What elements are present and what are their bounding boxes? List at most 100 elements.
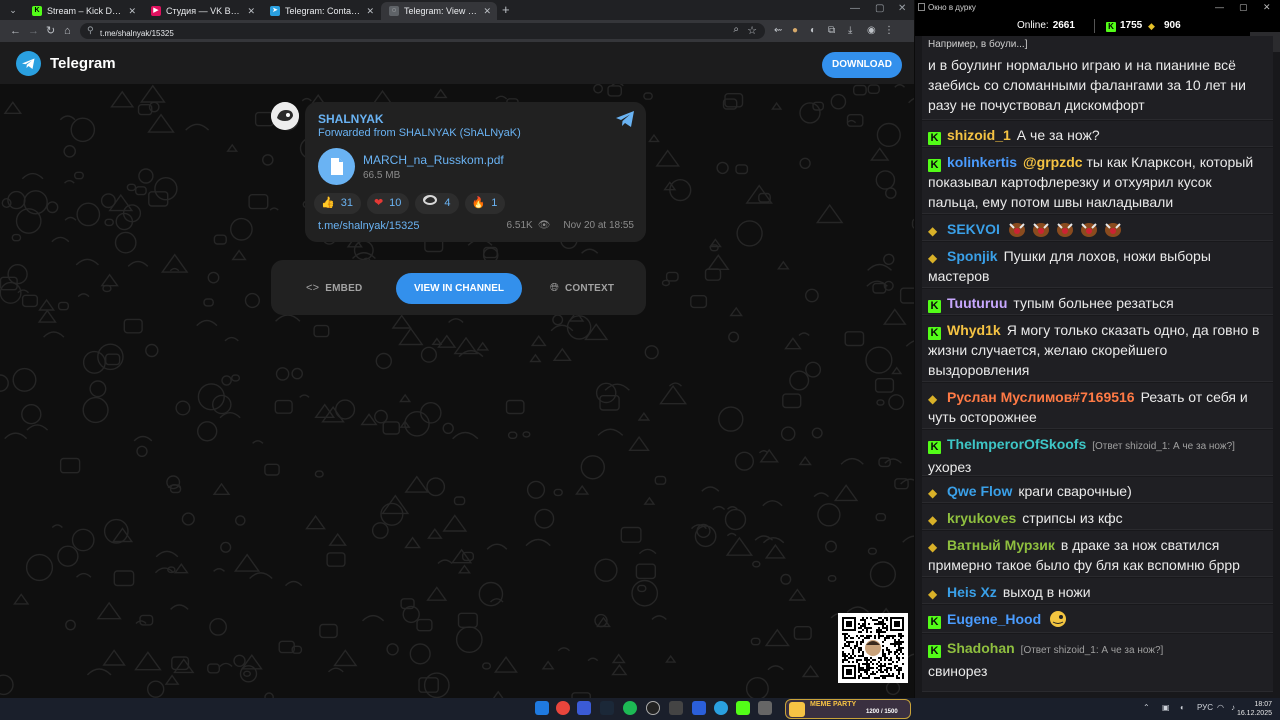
chat-message: ◆ Sponjik Пушки для лохов, ножи выборы мас… [922, 242, 1273, 288]
forward-icon[interactable]: → [28, 24, 39, 38]
chat-username[interactable]: kolinkertis [947, 154, 1017, 170]
chat-message: Например, в боули...] и в боулинг нормаль… [922, 36, 1273, 120]
chat-message: Kshizoid_1 А че за нож? [922, 121, 1273, 147]
chat-message: ◆ Руслан Муслимов#7169516 Резать от себя и… [922, 383, 1273, 429]
kick-icon: K [928, 616, 941, 629]
extensions-puzzle-icon[interactable]: ⧉ [828, 24, 835, 38]
bookmark-star-icon[interactable]: ☆ [747, 24, 757, 37]
chat-username[interactable]: Qwe Flow [947, 483, 1012, 499]
taskbar-app-icon[interactable] [669, 701, 683, 715]
download-icon[interactable]: ⤓ [848, 24, 852, 38]
reload-icon[interactable]: ↻ [46, 24, 55, 38]
spotify-icon[interactable] [623, 701, 637, 715]
telegram-logo-icon[interactable] [16, 51, 41, 76]
post-channel-name[interactable]: SHALNYAK [318, 112, 384, 126]
kick-icon: K [928, 441, 941, 454]
maximize-icon[interactable]: ▢ [1239, 2, 1248, 13]
obs-icon[interactable] [646, 701, 660, 715]
reaction-thumbs-up[interactable]: 👍 31 [314, 193, 361, 214]
chat-username[interactable]: Whyd1k [947, 322, 1001, 338]
emote-icon [1056, 223, 1073, 237]
minimize-icon[interactable]: — [850, 3, 860, 14]
steam-icon[interactable] [600, 701, 614, 715]
profile-icon[interactable]: ◉ [867, 24, 876, 38]
document-icon[interactable] [318, 148, 355, 185]
view-in-channel-button[interactable]: VIEW IN CHANNEL [396, 273, 522, 304]
close-window-icon[interactable]: ✕ [898, 3, 906, 14]
minimize-icon[interactable]: — [1215, 2, 1224, 12]
close-window-icon[interactable]: ✕ [1263, 2, 1271, 13]
chat-username[interactable]: Shadohan [947, 640, 1015, 656]
chat-mention[interactable]: @grpzdc [1023, 154, 1083, 170]
chat-username[interactable]: Sponjik [947, 248, 998, 264]
emote-icon [1080, 223, 1097, 237]
site-info-icon[interactable]: ⚲ [87, 25, 94, 36]
clock[interactable]: 18:07 16.12.2025 [1237, 700, 1272, 718]
volume-icon[interactable]: ♪ [1231, 703, 1235, 712]
chat-username[interactable]: SEKVOI [947, 221, 1000, 237]
chat-username[interactable]: TheImperorOfSkoofs [947, 436, 1086, 452]
chat-message: K TheImperorOfSkoofs [Ответ shizoid_1: А ч… [922, 430, 1273, 476]
back-icon[interactable]: ← [10, 24, 21, 38]
close-tab-icon[interactable]: ✕ [483, 6, 491, 17]
forwarded-source[interactable]: SHALNYAK (ShALNyaK) [399, 127, 521, 139]
tab-search-dropdown-icon[interactable]: ⌄ [6, 3, 20, 17]
tray-app-icon[interactable]: ◐ [1180, 703, 1185, 712]
telegram-brand[interactable]: Telegram [50, 55, 116, 72]
kick-icon[interactable] [736, 701, 750, 715]
home-icon[interactable]: ⌂ [64, 24, 71, 38]
taskbar-app-icon[interactable] [692, 701, 706, 715]
download-button[interactable]: DOWNLOAD [822, 52, 902, 78]
chat-username[interactable]: Heis Xz [947, 584, 997, 600]
tray-chevron-icon[interactable]: ⌃ [1143, 703, 1150, 712]
tab-telegram-view[interactable]: ◌ Telegram: View @shalnyak ✕ [381, 2, 497, 20]
chat-username[interactable]: Руслан Муслимов#7169516 [947, 389, 1135, 405]
reaction-custom[interactable]: 4 [415, 193, 459, 214]
extension-icon[interactable]: ⇜ [774, 24, 782, 38]
extension-icon[interactable]: ◐ [810, 24, 816, 38]
wifi-icon[interactable]: ◠ [1217, 703, 1224, 712]
post-date: Nov 20 at 18:55 [563, 220, 634, 231]
reply-reference: [Ответ shizoid_1: А че за нож?] [1020, 645, 1164, 656]
telegram-icon[interactable] [714, 701, 728, 715]
taskbar-app-icon[interactable] [577, 701, 591, 715]
thumbs-up-icon: 👍 [321, 197, 335, 209]
embed-button[interactable]: <> EMBED [306, 273, 362, 303]
close-tab-icon[interactable]: ✕ [128, 6, 136, 17]
address-bar[interactable]: ⚲ t.me/shalnyak/15325 ⌕ ☆ [80, 23, 765, 39]
tab-vk-live[interactable]: ▶ Студия — VK Видео Live ✕ [143, 2, 261, 20]
online-count: 2661 [1052, 20, 1075, 31]
context-button[interactable]: 🌐︎ CONTEXT [550, 273, 614, 303]
channel-avatar[interactable] [271, 102, 299, 130]
tray-app-icon[interactable]: ▣ [1162, 703, 1170, 712]
file-name[interactable]: MARCH_na_Russkom.pdf [363, 153, 504, 167]
tab-kick-dashboard[interactable]: K Stream – Kick Dashboard ✕ [24, 2, 142, 20]
kick-icon: K [1106, 22, 1116, 32]
close-tab-icon[interactable]: ✕ [247, 6, 255, 17]
new-tab-icon[interactable]: + [502, 3, 510, 17]
chat-username[interactable]: Ватный Мурзик [947, 537, 1055, 553]
meme-party-widget[interactable]: MEME PARTY 1200 / 1500 [785, 699, 911, 719]
qr-code-image [842, 617, 904, 679]
chat-username[interactable]: Tuuturuu [947, 295, 1007, 311]
language-indicator[interactable]: РУС [1197, 703, 1213, 712]
chat-username[interactable]: kryukoves [947, 510, 1016, 526]
telegram-share-icon[interactable] [615, 110, 635, 128]
chat-stats-bar: Online:2661 K1755 ◆906 ⚙ [915, 16, 1280, 52]
tab-telegram-contact[interactable]: ➤ Telegram: Contact @Love_Russ ✕ [262, 2, 380, 20]
maximize-icon[interactable]: ▢ [875, 3, 884, 14]
taskbar-app-icon[interactable] [758, 701, 772, 715]
menu-icon[interactable]: ⋮ [884, 24, 894, 38]
start-windows-icon[interactable] [535, 701, 549, 715]
chat-message-text: краги сварочные) [1018, 483, 1132, 499]
post-link[interactable]: t.me/shalnyak/15325 [318, 220, 420, 232]
chrome-icon[interactable] [556, 701, 570, 715]
extension-icon[interactable]: ● [792, 24, 798, 38]
reaction-fire[interactable]: 🔥 1 [464, 193, 506, 214]
clock-time: 18:07 [1254, 701, 1272, 708]
reaction-heart[interactable]: ❤ 10 [366, 193, 410, 214]
chat-username[interactable]: Eugene_Hood [947, 611, 1041, 627]
chat-username[interactable]: shizoid_1 [947, 127, 1011, 143]
zoom-icon[interactable]: ⌕ [733, 24, 739, 35]
close-tab-icon[interactable]: ✕ [366, 6, 374, 17]
